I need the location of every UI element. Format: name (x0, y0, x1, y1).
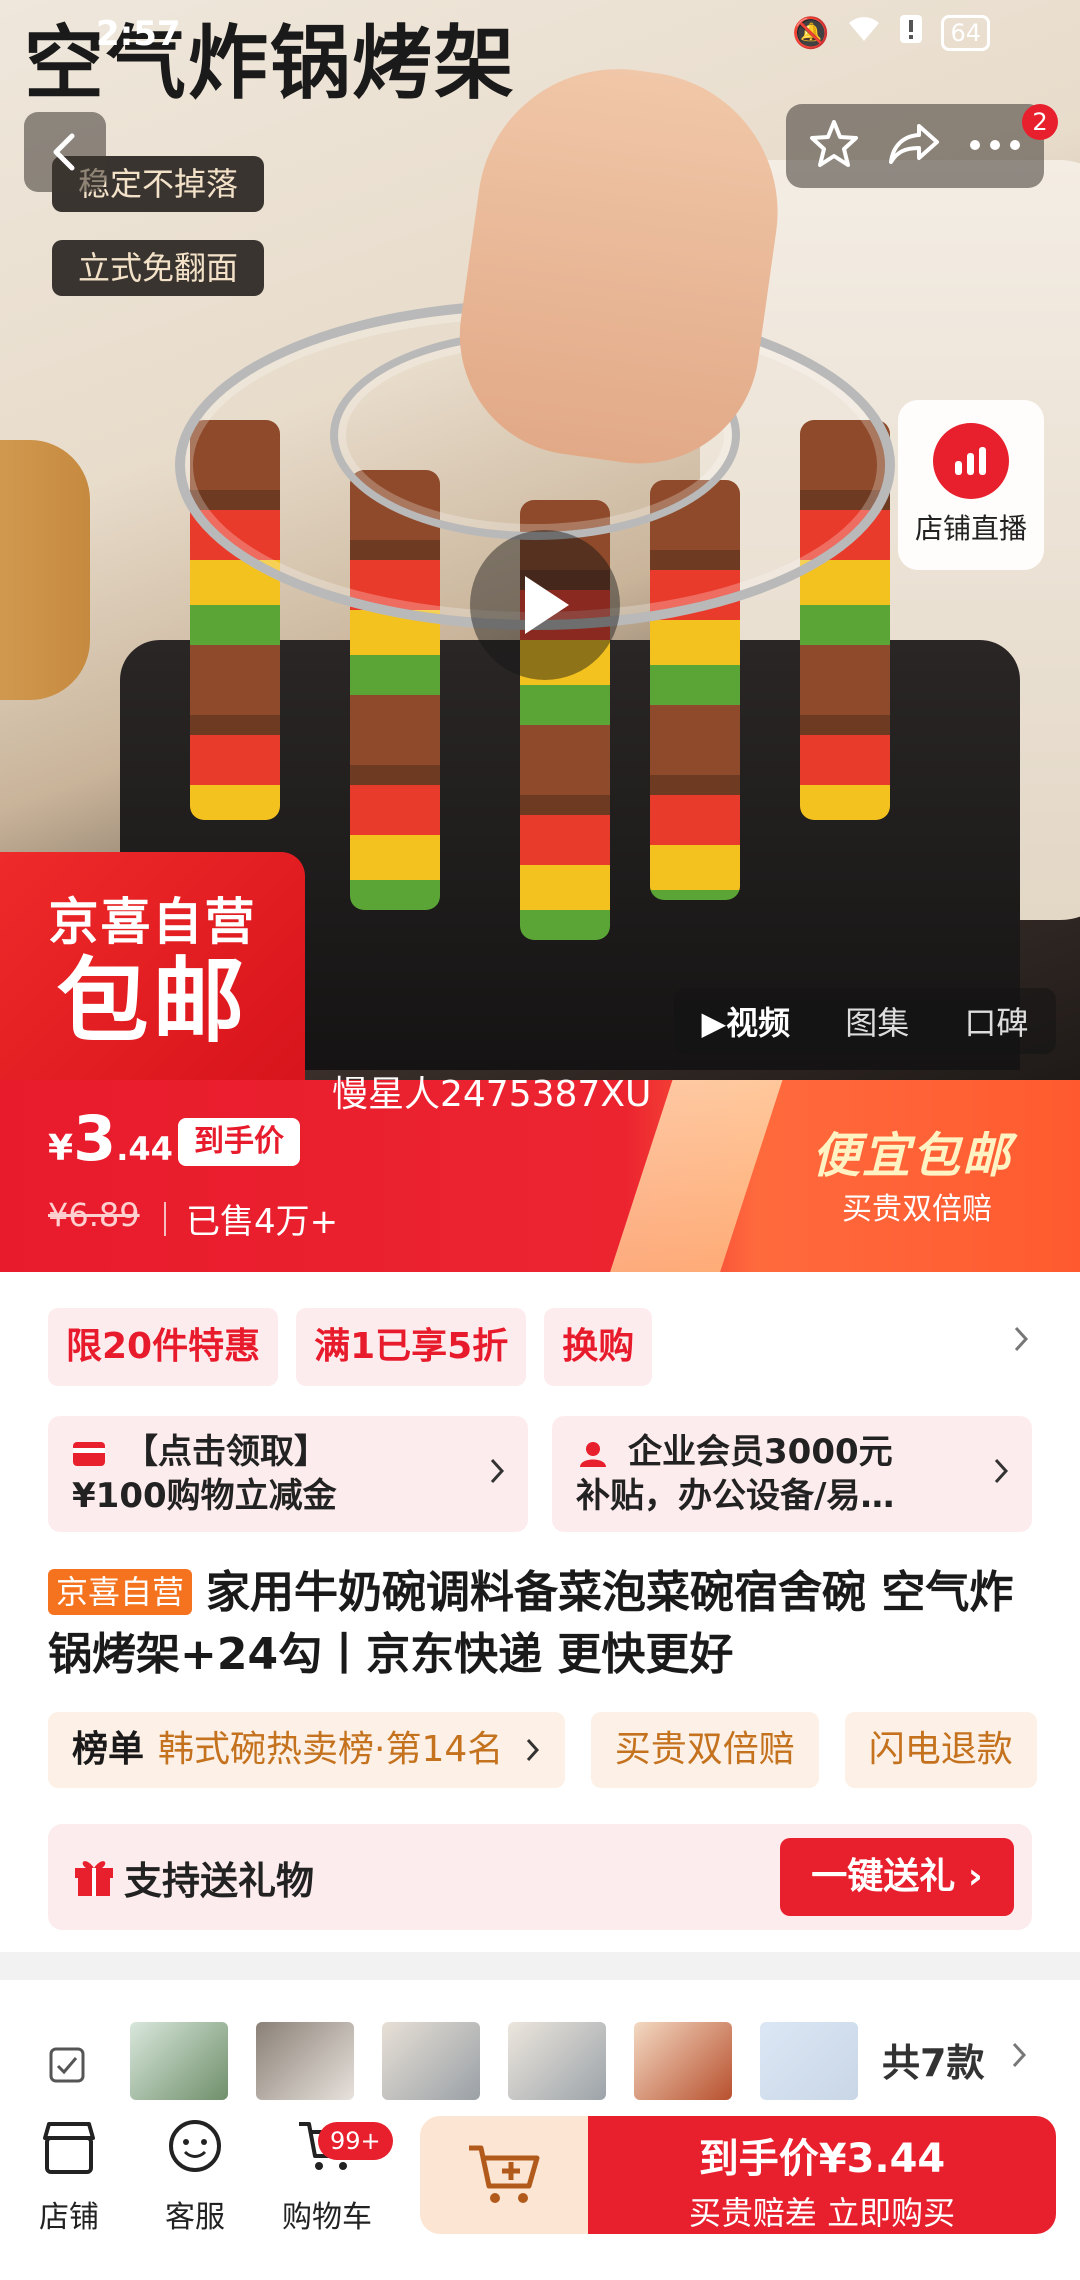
send-gift-button[interactable]: 一键送礼 › (780, 1838, 1014, 1916)
tab-reviews[interactable]: 口碑 (964, 998, 1028, 1044)
variant-strip: 共7款 (0, 1980, 1080, 2100)
add-to-cart-button[interactable] (420, 2116, 590, 2234)
shop-button[interactable]: 店铺 (14, 2118, 124, 2236)
battery-indicator: 64 (941, 15, 990, 51)
chevron-right-icon (488, 1456, 506, 1490)
shop-live-button[interactable]: 店铺直播 (898, 400, 1044, 570)
bottom-action-bar: 店铺 客服 购物车 99+ 到手价¥3.44 买贵赔差 立即购买 (0, 2100, 1080, 2280)
shop-type-tag: 京喜自营 (48, 1569, 193, 1615)
rank-tags: 榜单 韩式碗热卖榜·第14名 买贵双倍赔 闪电退款 (48, 1712, 1037, 1788)
more-icon[interactable] (968, 137, 1022, 156)
guarantee-tag[interactable]: 买贵双倍赔 (590, 1712, 819, 1788)
variant-list-icon[interactable] (48, 2046, 86, 2088)
chevron-right-icon[interactable] (1010, 2040, 1028, 2074)
refund-tag[interactable]: 闪电退款 (844, 1712, 1037, 1788)
coupon-row: 限20件特惠 满1已享5折 换购 (48, 1308, 653, 1386)
customer-service-button[interactable]: 客服 (140, 2118, 250, 2236)
play-video-button[interactable] (470, 530, 620, 680)
live-label: 店铺直播 (914, 512, 1027, 545)
coupon-tag[interactable]: 换购 (544, 1308, 653, 1386)
product-info-card: 限20件特惠 满1已享5折 换购 【点击领取】 ¥100购物立减金 企业会员30… (0, 1272, 1080, 1952)
watermark: 慢星人2475387XU (332, 1074, 652, 1115)
gift-icon (72, 1854, 116, 1902)
add-cart-icon (469, 2145, 540, 2203)
variant-thumb[interactable] (382, 2022, 480, 2100)
variant-count[interactable]: 共7款 (882, 2032, 984, 2087)
variant-thumb[interactable] (634, 2022, 732, 2100)
variant-thumb[interactable] (508, 2022, 606, 2100)
card-icon (73, 1441, 105, 1466)
product-title-text: 家用牛奶碗调料备菜泡菜碗宿舍碗 空气炸锅烤架+24勾丨京东快递 更快更好 (48, 1567, 1014, 1680)
tab-video[interactable]: ▶视频 (702, 998, 791, 1044)
chevron-right-icon (992, 1456, 1010, 1490)
notification-badge: 2 (1022, 104, 1058, 140)
benefit-card-enterprise[interactable]: 企业会员3000元 补贴，办公设备/易… (552, 1416, 1032, 1532)
original-price: ¥6.89 (48, 1196, 140, 1234)
variant-thumb[interactable] (760, 2022, 858, 2100)
ribbon-line2: 包邮 (56, 948, 249, 1055)
status-icons: 🔕 64 (792, 14, 990, 52)
shop-icon (43, 2122, 95, 2174)
hero-tag: 立式免翻面 (52, 240, 265, 296)
service-icon (169, 2120, 221, 2172)
buy-now-button[interactable]: 到手价¥3.44 买贵赔差 立即购买 (588, 2116, 1056, 2234)
user-icon (580, 1441, 606, 1467)
benefit-card-coupon[interactable]: 【点击领取】 ¥100购物立减金 (48, 1416, 528, 1532)
mute-icon: 🔕 (792, 15, 830, 51)
favorite-star-icon[interactable] (808, 118, 860, 174)
sold-count: 已售4万+ (186, 1202, 339, 1242)
alert-icon (899, 14, 923, 52)
wifi-icon (847, 15, 881, 51)
gift-label: 支持送礼物 (124, 1859, 315, 1903)
status-time: 2:57 (96, 14, 181, 54)
live-icon (933, 423, 1009, 499)
coupon-tag[interactable]: 满1已享5折 (296, 1308, 527, 1386)
promo-subtitle: 买贵双倍赔 (842, 1192, 992, 1227)
gift-section: 支持送礼物 一键送礼 › (48, 1824, 1032, 1930)
back-button[interactable] (24, 112, 106, 192)
ribbon-line1: 京喜自营 (48, 893, 257, 951)
current-price: ¥3.44 (48, 1102, 173, 1175)
tab-gallery[interactable]: 图集 (845, 998, 909, 1044)
buy-subtitle: 买贵赔差 立即购买 (688, 2194, 956, 2232)
coupon-tag[interactable]: 限20件特惠 (48, 1308, 279, 1386)
final-price-badge: 到手价 (178, 1118, 300, 1166)
buy-price: 到手价¥3.44 (698, 2136, 946, 2182)
variant-thumb[interactable] (256, 2022, 354, 2100)
chevron-right-icon[interactable] (1012, 1324, 1030, 1358)
cutting-board-bg (0, 440, 90, 700)
variant-thumb[interactable] (130, 2022, 228, 2100)
divider (164, 1202, 166, 1236)
product-title: 京喜自营 家用牛奶碗调料备菜泡菜碗宿舍碗 空气炸锅烤架+24勾丨京东快递 更快更好 (48, 1562, 1038, 1686)
promo-title: 便宜包邮 (812, 1128, 1013, 1184)
top-actions (786, 104, 1044, 188)
share-icon[interactable] (887, 120, 941, 172)
rank-tag[interactable]: 榜单 韩式碗热卖榜·第14名 (48, 1712, 565, 1788)
free-shipping-ribbon: 京喜自营 包邮 (0, 852, 305, 1080)
cart-badge: 99+ (318, 2122, 393, 2160)
media-tabs: ▶视频 图集 口碑 (674, 988, 1056, 1054)
